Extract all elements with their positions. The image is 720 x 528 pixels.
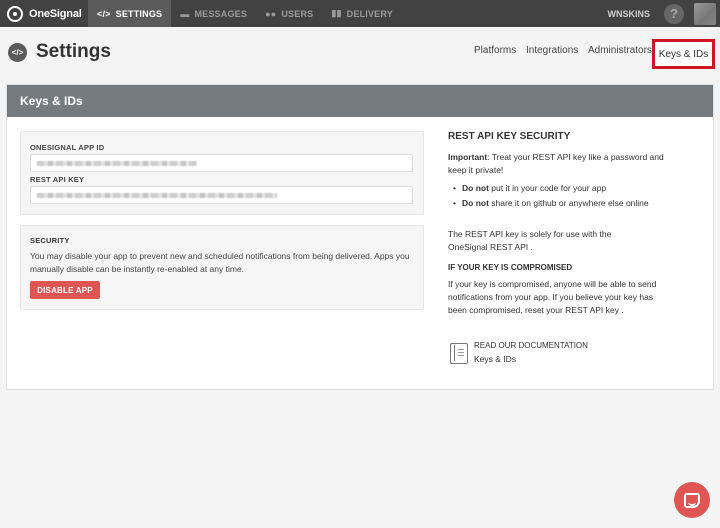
compromised-title: IF YOUR KEY IS COMPROMISED [448, 263, 573, 272]
bullet-text: put it in your code for your app [488, 183, 607, 193]
settings-code-icon: </> [8, 43, 27, 62]
bullet-text: share it on github or anywhere else onli… [488, 198, 649, 208]
nav-tab-delivery[interactable]: ▮▮ DELIVERY [322, 0, 402, 27]
subnav-keys-ids[interactable]: Keys & IDs [652, 39, 715, 69]
document-icon [450, 343, 468, 364]
usage-text: The REST API key is solely for use with … [448, 229, 612, 252]
keys-panel: ONESIGNAL APP ID REST API KEY [20, 131, 424, 215]
bullet-bold: Do not [462, 183, 489, 193]
card-title: Keys & IDs [7, 85, 713, 117]
rest-key-label: REST API KEY [30, 175, 85, 184]
nav-tab-messages[interactable]: ▬ MESSAGES [171, 0, 256, 27]
rest-key-field[interactable] [30, 186, 413, 204]
top-navbar: OneSignal </> SETTINGS ▬ MESSAGES ●● USE… [0, 0, 720, 27]
help-icon[interactable]: ? [664, 3, 684, 24]
bullet-item: Do not put it in your code for your app [453, 182, 668, 195]
compromised-text: If your key is compromised, anyone will … [448, 279, 657, 315]
users-icon: ●● [265, 8, 277, 19]
bar-chart-icon: ▮▮ [331, 8, 342, 18]
doc-link[interactable]: Keys & IDs [474, 353, 594, 366]
app-id-field[interactable] [30, 154, 413, 172]
chat-icon [684, 492, 700, 508]
brand-logo[interactable]: OneSignal [0, 0, 88, 27]
rest-security-title: REST API KEY SECURITY [448, 131, 571, 142]
code-icon: </> [97, 8, 111, 19]
app-name[interactable]: WNSKINS [608, 9, 651, 19]
subnav-administrators[interactable]: Administrators [588, 45, 652, 56]
important-note: Important: Treat your REST API key like … [448, 151, 666, 177]
doc-title: READ OUR DOCUMENTATION [474, 341, 588, 350]
message-icon: ▬ [180, 8, 190, 19]
nav-tab-label: MESSAGES [194, 8, 248, 19]
chat-button[interactable] [674, 482, 710, 518]
nav-tab-label: USERS [281, 8, 314, 19]
security-text: You may disable your app to prevent new … [30, 251, 410, 274]
page-header: </> Settings Platforms Integrations Admi… [0, 27, 720, 77]
nav-tab-label: SETTINGS [115, 8, 163, 19]
security-title: SECURITY [30, 236, 70, 245]
nav-tab-users[interactable]: ●● USERS [256, 0, 322, 27]
subnav-integrations[interactable]: Integrations [526, 45, 578, 56]
blurred-value [37, 161, 197, 166]
nav-tab-settings[interactable]: </> SETTINGS [88, 0, 172, 27]
nav-tab-label: DELIVERY [346, 8, 393, 19]
bullet-item: Do not share it on github or anywhere el… [453, 197, 658, 210]
page-title: Settings [36, 41, 111, 62]
security-panel: SECURITY You may disable your app to pre… [20, 225, 424, 310]
avatar[interactable] [694, 2, 716, 25]
bullet-bold: Do not [462, 198, 489, 208]
subnav-platforms[interactable]: Platforms [474, 45, 516, 56]
app-id-label: ONESIGNAL APP ID [30, 143, 105, 152]
brand-name: OneSignal [29, 7, 82, 20]
blurred-value [37, 193, 277, 198]
onesignal-logo-icon [7, 5, 23, 22]
disable-app-button[interactable]: DISABLE APP [30, 281, 100, 299]
important-label: Important [448, 152, 488, 162]
